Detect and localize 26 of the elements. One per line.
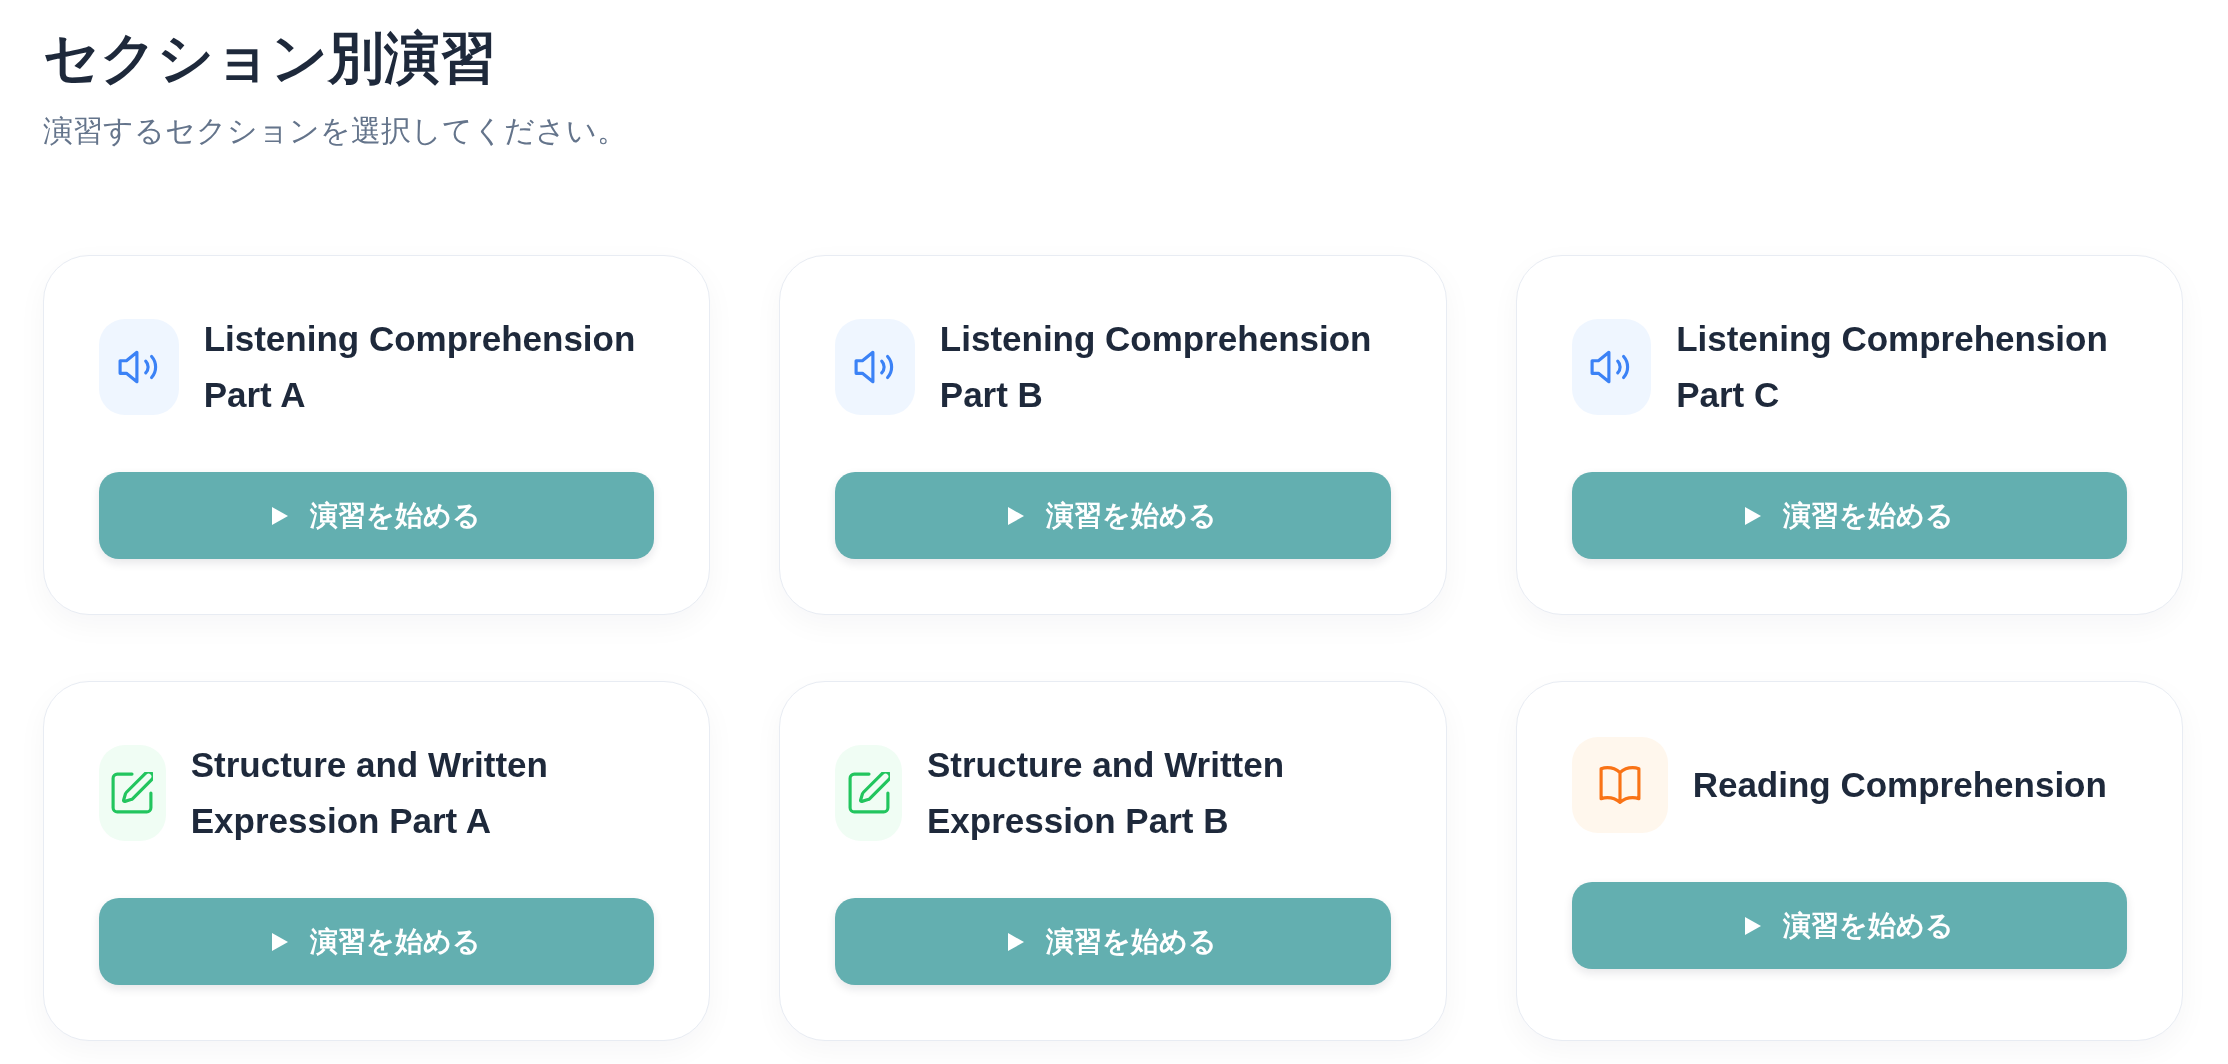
section-title: Listening Comprehension Part A	[203, 318, 637, 417]
play-icon	[1744, 506, 1761, 525]
section-title: Structure and Written Expression Part B	[926, 744, 1286, 843]
section-title: Listening Comprehension Part B	[939, 318, 1373, 417]
play-icon	[1744, 916, 1761, 935]
section-title: Reading Comprehension	[1692, 764, 2107, 807]
speaker-icon	[835, 319, 915, 416]
page-subtitle: 演習するセクションを選択してください。	[43, 113, 628, 150]
page-title: セクション別演習	[43, 25, 497, 91]
start-practice-button[interactable]: 演習を始める	[99, 472, 655, 560]
pencil-icon	[99, 745, 166, 842]
speaker-icon	[1571, 319, 1652, 416]
start-practice-button[interactable]: 演習を始める	[99, 898, 655, 986]
start-practice-button[interactable]: 演習を始める	[835, 472, 1391, 560]
section-title: Listening Comprehension Part C	[1676, 318, 2109, 417]
start-practice-button[interactable]: 演習を始める	[1571, 882, 2127, 970]
play-icon	[1008, 506, 1025, 525]
play-icon	[272, 506, 289, 525]
section-title: Structure and Written Expression Part A	[190, 744, 549, 843]
book-icon	[1571, 737, 1668, 834]
play-icon	[272, 932, 289, 951]
speaker-icon	[99, 319, 179, 416]
start-practice-button[interactable]: 演習を始める	[1571, 472, 2127, 560]
play-icon	[1008, 932, 1025, 951]
pencil-icon	[835, 745, 902, 842]
start-practice-button[interactable]: 演習を始める	[835, 898, 1391, 986]
